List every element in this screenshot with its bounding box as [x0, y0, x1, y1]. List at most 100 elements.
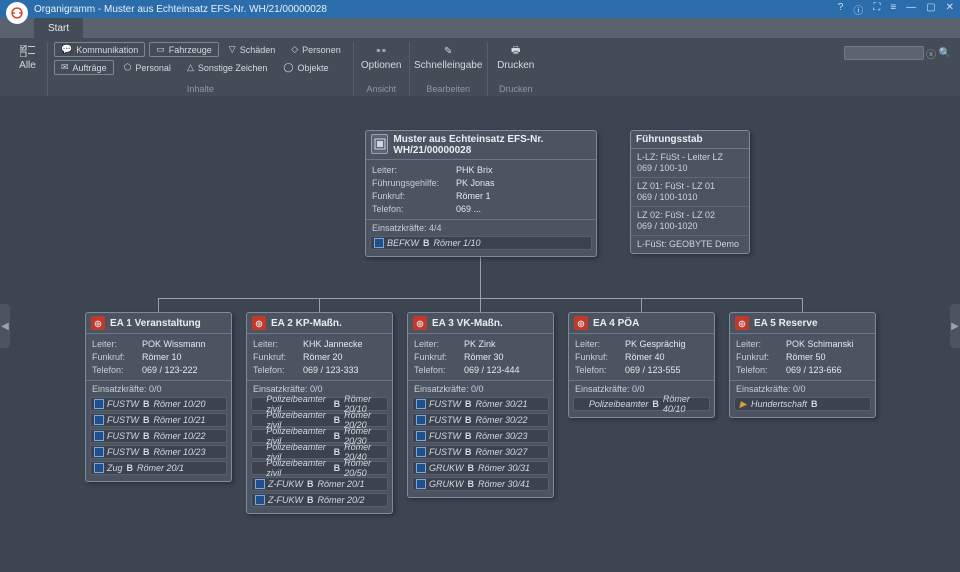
resource-badge: B	[468, 479, 475, 489]
field-label: Führungsgehilfe:	[372, 177, 456, 190]
field-label: Funkruf:	[575, 351, 625, 364]
field-value: Römer 20	[303, 351, 343, 364]
resource-row[interactable]: Z-FUKWBRömer 20/1	[251, 477, 388, 491]
ribbon-optionen[interactable]: 👓 Optionen	[360, 42, 403, 73]
status-empty-icon	[255, 463, 263, 473]
resource-callsign: Römer 10/23	[154, 447, 206, 457]
org-root-card[interactable]: Muster aus Echteinsatz EFS-Nr. WH/21/000…	[365, 130, 597, 257]
unit-title: EA 5 Reserve	[754, 318, 818, 329]
expand-icon[interactable]: ⛶	[873, 2, 880, 17]
resource-type: FUSTW	[429, 415, 461, 425]
status-empty-icon	[255, 447, 263, 457]
resource-badge: B	[334, 431, 341, 441]
ribbon-objekte[interactable]: ◯Objekte	[277, 60, 334, 75]
org-unit-card[interactable]: ◎EA 3 VK-Maßn. Leiter:PK ZinkFunkruf:Röm…	[407, 312, 554, 498]
ribbon-auftrage[interactable]: ✉Aufträge	[54, 60, 114, 75]
checklist-icon	[19, 44, 37, 58]
resource-callsign: Römer 10/22	[154, 431, 206, 441]
help-icon[interactable]: ?	[838, 2, 844, 17]
resource-row[interactable]: Polizeibeamter zivilBRömer 20/30	[251, 429, 388, 443]
field-value: 069 / 123-444	[464, 364, 520, 377]
ribbon-alle-button[interactable]: Alle	[14, 42, 41, 73]
resource-badge: B	[307, 495, 314, 505]
field-value: 069 / 123-222	[142, 364, 198, 377]
resource-row[interactable]: GRUKWBRömer 30/41	[412, 477, 549, 491]
resource-row[interactable]: BEFKWBRömer 1/10	[370, 236, 592, 250]
resource-row[interactable]: FUSTWBRömer 10/23	[90, 445, 227, 459]
ribbon-schnelleingabe[interactable]: ✎ Schnelleingabe	[416, 42, 481, 73]
status-blue-icon	[94, 431, 104, 441]
search-input[interactable]	[844, 46, 924, 60]
ribbon-personen[interactable]: ◇Personen	[285, 42, 346, 57]
resource-row[interactable]: ZugBRömer 20/1	[90, 461, 227, 475]
fstab-title: Führungsstab	[636, 134, 703, 145]
ribbon-personal[interactable]: ⬠Personal	[118, 60, 177, 75]
ribbon-schaden[interactable]: ▽Schäden	[223, 42, 281, 57]
resource-row[interactable]: FUSTWBRömer 10/20	[90, 397, 227, 411]
fstab-row[interactable]: LZ 02: FüSt - LZ 02069 / 100-1020	[631, 207, 749, 236]
resource-row[interactable]: FUSTWBRömer 30/23	[412, 429, 549, 443]
resource-row[interactable]: Z-FUKWBRömer 20/2	[251, 493, 388, 507]
ribbon-kommunikation[interactable]: 💬Kommunikation	[54, 42, 145, 57]
resource-row[interactable]: FUSTWBRömer 30/22	[412, 413, 549, 427]
resource-callsign: Römer 1/10	[434, 238, 481, 248]
field-value: PK Gesprächig	[625, 338, 686, 351]
org-canvas[interactable]: ◀ ▶ Muster aus Echteinsatz EFS-Nr. WH/21…	[0, 96, 960, 556]
maximize-icon[interactable]: ▢	[926, 2, 935, 17]
right-drawer-handle[interactable]: ▶	[950, 304, 960, 348]
field-label: Funkruf:	[736, 351, 786, 364]
resource-type: FUSTW	[429, 447, 461, 457]
resource-badge: B	[334, 399, 341, 409]
resource-type: BEFKW	[387, 238, 419, 248]
resource-row[interactable]: Polizeibeamter zivilBRömer 20/10	[251, 397, 388, 411]
menu-icon[interactable]: ≡	[890, 2, 896, 17]
resource-type: Zug	[107, 463, 123, 473]
resource-row[interactable]: FUSTWBRömer 30/27	[412, 445, 549, 459]
field-label: Leiter:	[414, 338, 464, 351]
unit-ek: Einsatzkräfte: 0/0	[736, 384, 869, 394]
unit-badge-icon: ◎	[735, 316, 749, 330]
resource-row[interactable]: ▶HundertschaftB	[734, 397, 871, 411]
resource-row[interactable]: FUSTWBRömer 10/21	[90, 413, 227, 427]
fstab-row[interactable]: LZ 01: FüSt - LZ 01069 / 100-1010	[631, 178, 749, 207]
resource-row[interactable]: Polizeibeamter zivilBRömer 20/50	[251, 461, 388, 475]
minimize-icon[interactable]: —	[906, 2, 916, 17]
close-icon[interactable]: ✕	[946, 2, 954, 17]
org-unit-card[interactable]: ◎EA 4 PÖA Leiter:PK GesprächigFunkruf:Rö…	[568, 312, 715, 418]
unit-badge-icon: ◎	[91, 316, 105, 330]
resource-callsign: Römer 30/23	[476, 431, 528, 441]
org-unit-card[interactable]: ◎EA 5 Reserve Leiter:POK SchimanskiFunkr…	[729, 312, 876, 418]
resource-row[interactable]: GRUKWBRömer 30/31	[412, 461, 549, 475]
field-label: Funkruf:	[372, 190, 456, 203]
org-unit-card[interactable]: ◎EA 1 Veranstaltung Leiter:POK WissmannF…	[85, 312, 232, 482]
status-blue-icon	[416, 415, 426, 425]
resource-row[interactable]: FUSTWBRömer 30/21	[412, 397, 549, 411]
ribbon-drucken[interactable]: 🖶 Drucken	[494, 42, 538, 73]
tab-start[interactable]: Start	[34, 18, 83, 38]
fstab-row[interactable]: L-LZ: FüSt - Leiter LZ069 / 100-10	[631, 149, 749, 178]
resource-row[interactable]: Polizeibeamter zivilBRömer 20/20	[251, 413, 388, 427]
org-unit-card[interactable]: ◎EA 2 KP-Maßn. Leiter:KHK JanneckeFunkru…	[246, 312, 393, 514]
glasses-icon: 👓	[372, 44, 390, 58]
resource-callsign: Römer 30/21	[476, 399, 528, 409]
unit-badge-icon: ◎	[413, 316, 427, 330]
ribbon-fahrzeuge[interactable]: ▭Fahrzeuge	[149, 42, 219, 57]
search-icon[interactable]: 🔍	[938, 46, 952, 60]
resource-callsign: Römer 20/1	[137, 463, 184, 473]
ribbon-sonstige[interactable]: △Sonstige Zeichen	[181, 60, 273, 75]
resource-row[interactable]: Polizeibeamter zivilBRömer 20/40	[251, 445, 388, 459]
info-icon[interactable]: ⓘ	[853, 2, 863, 17]
org-fuehrungsstab-card[interactable]: Führungsstab L-LZ: FüSt - Leiter LZ069 /…	[630, 130, 750, 254]
field-label: Telefon:	[253, 364, 303, 377]
clear-icon[interactable]: ⓧ	[924, 46, 938, 60]
resource-type: FUSTW	[429, 399, 461, 409]
status-blue-icon	[94, 415, 104, 425]
resource-badge: B	[652, 399, 659, 409]
fstab-row[interactable]: L-FüSt: GEOBYTE Demo	[631, 236, 749, 253]
resource-row[interactable]: PolizeibeamterBRömer 40/10	[573, 397, 710, 411]
resource-badge: B	[307, 479, 314, 489]
triangle-icon: △	[187, 62, 194, 73]
unit-title: EA 2 KP-Maßn.	[271, 318, 342, 329]
resource-row[interactable]: FUSTWBRömer 10/22	[90, 429, 227, 443]
left-drawer-handle[interactable]: ◀	[0, 304, 10, 348]
